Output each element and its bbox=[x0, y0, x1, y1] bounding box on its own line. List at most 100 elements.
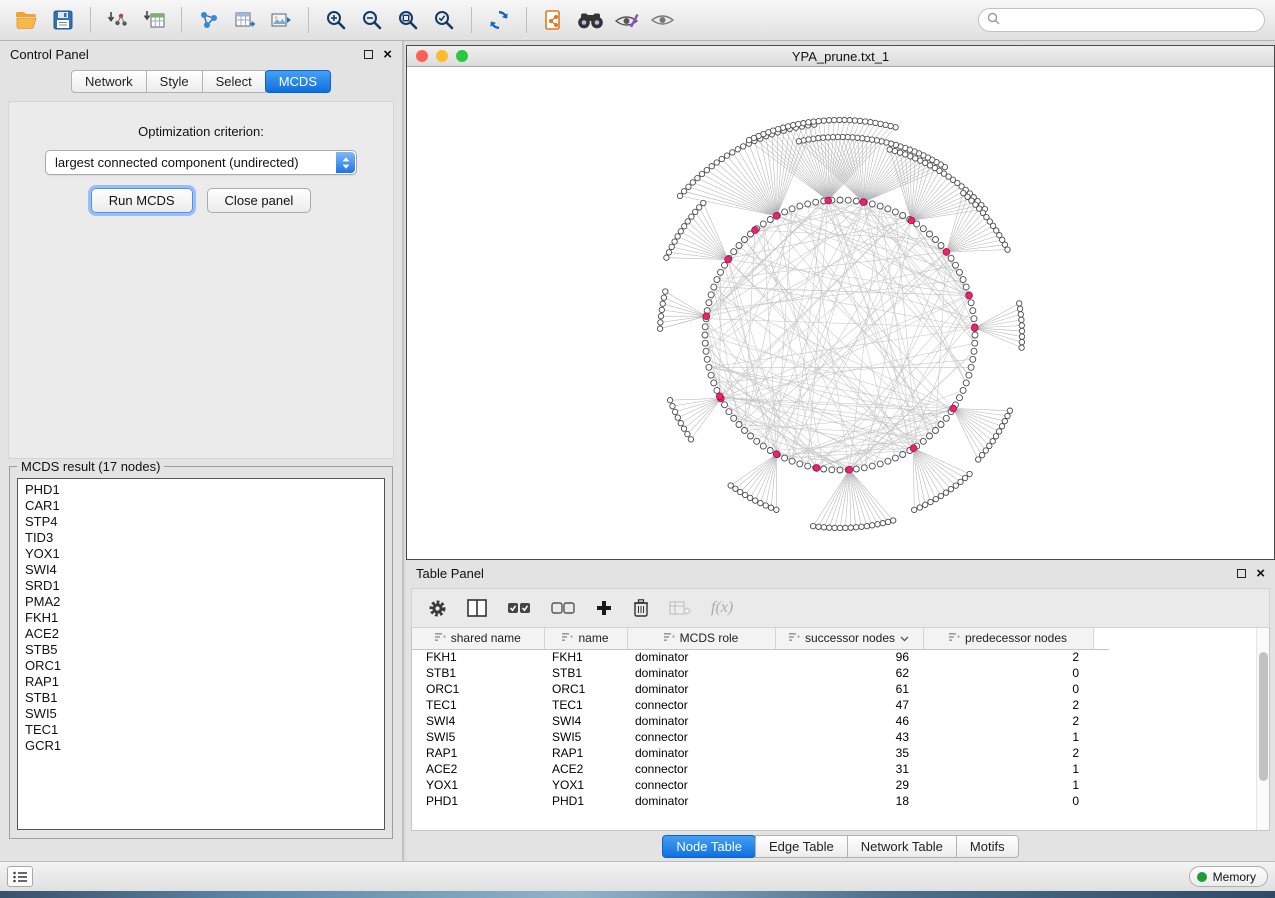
show-hide-eye-icon[interactable] bbox=[609, 4, 643, 36]
criterion-dropdown[interactable]: largest connected component (undirected) bbox=[45, 150, 357, 175]
table-settings-gear-icon[interactable] bbox=[428, 599, 447, 618]
tab-select[interactable]: Select bbox=[202, 70, 266, 93]
table-cell: dominator bbox=[627, 649, 775, 665]
table-row[interactable]: STB1STB1dominator620 bbox=[412, 665, 1109, 681]
result-node-item[interactable]: STB5 bbox=[25, 642, 377, 658]
export-image-icon[interactable] bbox=[264, 4, 298, 36]
table-cell: 0 bbox=[923, 665, 1093, 681]
result-node-item[interactable]: PHD1 bbox=[25, 482, 377, 498]
new-network-icon[interactable] bbox=[192, 4, 226, 36]
search-input[interactable] bbox=[1006, 13, 1256, 27]
result-node-item[interactable]: SWI4 bbox=[25, 562, 377, 578]
share-document-icon[interactable] bbox=[537, 4, 571, 36]
table-vertical-scrollbar[interactable] bbox=[1256, 628, 1269, 830]
table-cell: 61 bbox=[775, 681, 923, 697]
table-tab-node-table[interactable]: Node Table bbox=[662, 835, 756, 858]
select-all-icon[interactable] bbox=[507, 600, 531, 616]
table-cell: ORC1 bbox=[412, 681, 544, 697]
result-node-item[interactable]: STB1 bbox=[25, 690, 377, 706]
deselect-all-icon[interactable] bbox=[551, 600, 575, 616]
chevron-down-icon bbox=[900, 631, 909, 645]
zoom-selected-icon[interactable] bbox=[427, 4, 461, 36]
node-table-body: FKH1FKH1dominator962STB1STB1dominator620… bbox=[412, 649, 1109, 809]
zoom-out-icon[interactable] bbox=[355, 4, 389, 36]
result-node-item[interactable]: ORC1 bbox=[25, 658, 377, 674]
table-cell: 2 bbox=[923, 649, 1093, 665]
delete-column-icon[interactable] bbox=[633, 598, 649, 618]
window-minimize-icon[interactable] bbox=[436, 50, 448, 62]
close-panel-icon[interactable]: × bbox=[383, 47, 392, 62]
import-network-file-icon[interactable] bbox=[101, 4, 135, 36]
new-table-icon[interactable] bbox=[228, 4, 262, 36]
tab-style[interactable]: Style bbox=[146, 70, 203, 93]
show-columns-icon[interactable] bbox=[467, 599, 487, 617]
result-node-item[interactable]: TEC1 bbox=[25, 722, 377, 738]
result-node-item[interactable]: GCR1 bbox=[25, 738, 377, 754]
eye-icon[interactable] bbox=[645, 4, 679, 36]
network-window-titlebar[interactable]: YPA_prune.txt_1 bbox=[407, 46, 1274, 67]
save-session-icon[interactable] bbox=[46, 4, 80, 36]
table-row[interactable]: YOX1YOX1connector291 bbox=[412, 777, 1109, 793]
column-header-successor-nodes[interactable]: successor nodes bbox=[775, 628, 923, 649]
table-tab-motifs[interactable]: Motifs bbox=[956, 835, 1019, 858]
toolbar-separator bbox=[308, 7, 309, 33]
window-maximize-icon[interactable] bbox=[456, 50, 468, 62]
table-row[interactable]: FKH1FKH1dominator962 bbox=[412, 649, 1109, 665]
float-panel-icon[interactable] bbox=[364, 50, 373, 59]
table-cell: 47 bbox=[775, 697, 923, 713]
result-node-item[interactable]: CAR1 bbox=[25, 498, 377, 514]
search-icon bbox=[987, 12, 1000, 28]
result-node-item[interactable]: FKH1 bbox=[25, 610, 377, 626]
scrollbar-thumb[interactable] bbox=[1259, 652, 1268, 781]
column-header-shared-name[interactable]: shared name bbox=[412, 628, 544, 649]
control-panel: Control Panel × NetworkStyleSelectMCDS O… bbox=[0, 41, 404, 861]
memory-button[interactable]: Memory bbox=[1189, 866, 1268, 887]
result-node-item[interactable]: STP4 bbox=[25, 514, 377, 530]
result-node-item[interactable]: TID3 bbox=[25, 530, 377, 546]
global-search-field[interactable] bbox=[978, 8, 1265, 32]
table-row[interactable]: ACE2ACE2connector311 bbox=[412, 761, 1109, 777]
control-panel-tabs: NetworkStyleSelectMCDS bbox=[0, 68, 402, 99]
result-node-item[interactable]: PMA2 bbox=[25, 594, 377, 610]
binoculars-icon[interactable] bbox=[573, 4, 607, 36]
network-canvas[interactable] bbox=[407, 67, 1274, 559]
column-header-MCDS-role[interactable]: MCDS role bbox=[627, 628, 775, 649]
clear-table-icon-disabled bbox=[669, 600, 691, 616]
close-panel-button[interactable]: Close panel bbox=[207, 188, 312, 213]
table-row[interactable]: SWI5SWI5connector431 bbox=[412, 729, 1109, 745]
result-node-item[interactable]: YOX1 bbox=[25, 546, 377, 562]
window-close-icon[interactable] bbox=[416, 50, 428, 62]
result-node-item[interactable]: ACE2 bbox=[25, 626, 377, 642]
refresh-layout-icon[interactable] bbox=[482, 4, 516, 36]
table-row[interactable]: PHD1PHD1dominator180 bbox=[412, 793, 1109, 809]
close-table-panel-icon[interactable]: × bbox=[1256, 566, 1265, 581]
task-history-icon[interactable] bbox=[7, 866, 33, 887]
table-row[interactable]: SWI4SWI4dominator462 bbox=[412, 713, 1109, 729]
table-tab-network-table[interactable]: Network Table bbox=[847, 835, 957, 858]
add-column-icon[interactable] bbox=[595, 599, 613, 617]
zoom-fit-icon[interactable] bbox=[391, 4, 425, 36]
table-cell: YOX1 bbox=[544, 777, 627, 793]
table-cell: dominator bbox=[627, 665, 775, 681]
tab-network[interactable]: Network bbox=[71, 70, 147, 93]
table-cell: SWI5 bbox=[412, 729, 544, 745]
zoom-in-icon[interactable] bbox=[319, 4, 353, 36]
table-tab-edge-table[interactable]: Edge Table bbox=[755, 835, 848, 858]
open-file-icon[interactable] bbox=[10, 4, 44, 36]
result-node-item[interactable]: SRD1 bbox=[25, 578, 377, 594]
column-header-name[interactable]: name bbox=[544, 628, 627, 649]
table-cell: RAP1 bbox=[544, 745, 627, 761]
float-table-panel-icon[interactable] bbox=[1237, 569, 1246, 578]
run-mcds-button[interactable]: Run MCDS bbox=[91, 188, 193, 213]
table-row[interactable]: TEC1TEC1connector472 bbox=[412, 697, 1109, 713]
table-row[interactable]: RAP1RAP1dominator352 bbox=[412, 745, 1109, 761]
column-header-predecessor-nodes[interactable]: predecessor nodes bbox=[923, 628, 1093, 649]
result-node-item[interactable]: SWI5 bbox=[25, 706, 377, 722]
network-graph[interactable] bbox=[407, 67, 1274, 559]
table-cell: 43 bbox=[775, 729, 923, 745]
function-builder-icon: f(x) bbox=[711, 599, 733, 617]
import-table-file-icon[interactable] bbox=[137, 4, 171, 36]
table-row[interactable]: ORC1ORC1dominator610 bbox=[412, 681, 1109, 697]
result-node-item[interactable]: RAP1 bbox=[25, 674, 377, 690]
tab-mcds[interactable]: MCDS bbox=[265, 70, 331, 93]
